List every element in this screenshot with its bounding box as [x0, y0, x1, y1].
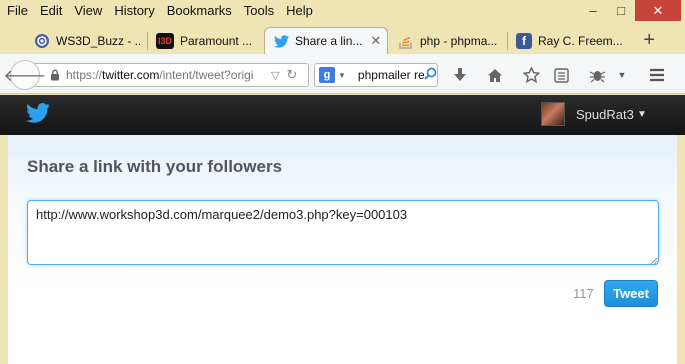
- character-count: 117: [573, 286, 594, 301]
- search-bar[interactable]: g ▼ phpmailer re: [314, 63, 438, 87]
- tab-strip: WS3D_Buzz - ... I3D Paramount ... Share …: [0, 22, 685, 54]
- tab-label: php - phpma...: [420, 33, 498, 48]
- close-window-button[interactable]: ✕: [635, 0, 681, 21]
- menu-help[interactable]: Help: [279, 0, 318, 22]
- account-username[interactable]: SpudRat3: [576, 107, 634, 122]
- resize-grip-icon[interactable]: [648, 252, 658, 265]
- maximize-button[interactable]: □: [607, 0, 635, 21]
- tab-ray-freeman[interactable]: f Ray C. Freem...: [508, 27, 626, 54]
- twitter-bird-icon: [273, 33, 289, 49]
- avatar[interactable]: [541, 102, 565, 126]
- download-icon[interactable]: [450, 65, 470, 85]
- minimize-button[interactable]: –: [579, 0, 607, 21]
- hamburger-menu-icon[interactable]: [647, 65, 667, 85]
- twitter-header: SpudRat3 ▼: [0, 95, 685, 135]
- tab-paramount[interactable]: I3D Paramount ...: [148, 27, 262, 54]
- lock-icon: [49, 69, 61, 81]
- back-button[interactable]: 🡐: [4, 60, 46, 90]
- menu-bar: File Edit View History Bookmarks Tools H…: [0, 0, 685, 22]
- google-icon[interactable]: g: [319, 67, 335, 83]
- stackoverflow-icon: [398, 33, 414, 49]
- bookmarks-menu-icon[interactable]: [551, 65, 571, 85]
- magnifier-icon[interactable]: [424, 67, 437, 83]
- bookmark-star-icon[interactable]: [521, 65, 541, 85]
- tab-php-phpmailer[interactable]: php - phpma...: [390, 27, 506, 54]
- window-controls: – □ ✕: [579, 0, 681, 21]
- twitter-logo-icon[interactable]: [26, 103, 50, 125]
- facebook-icon: f: [516, 32, 532, 49]
- menu-tools[interactable]: Tools: [237, 0, 279, 22]
- menu-bookmarks[interactable]: Bookmarks: [160, 0, 237, 22]
- menu-edit[interactable]: Edit: [33, 0, 67, 22]
- menu-file[interactable]: File: [0, 0, 33, 22]
- paramount-icon: I3D: [156, 32, 174, 49]
- tweet-button[interactable]: Tweet: [604, 280, 658, 307]
- tweet-textarea[interactable]: http://www.workshop3d.com/marquee2/demo3…: [27, 200, 659, 265]
- new-tab-button[interactable]: +: [643, 29, 655, 52]
- menu-history[interactable]: History: [107, 0, 159, 22]
- navigation-toolbar: https://twitter.com/intent/tweet?origi ▽…: [0, 54, 685, 94]
- share-panel: Share a link with your followers http://…: [0, 135, 685, 364]
- home-icon[interactable]: [485, 65, 505, 85]
- back-arrow-icon: 🡐: [3, 67, 47, 85]
- tab-share-a-link[interactable]: Share a lin... ✕: [264, 27, 388, 54]
- reload-icon[interactable]: ↻: [286, 67, 297, 83]
- tab-label: Ray C. Freem...: [538, 33, 623, 48]
- account-dropdown-icon[interactable]: ▼: [637, 109, 647, 120]
- firebug-icon[interactable]: [587, 65, 607, 85]
- tab-label: Paramount ...: [180, 33, 253, 48]
- tab-ws3d-buzz[interactable]: WS3D_Buzz - ...: [26, 27, 140, 54]
- close-tab-icon[interactable]: ✕: [370, 33, 381, 49]
- url-bar[interactable]: https://twitter.com/intent/tweet?origi ▽…: [34, 63, 309, 87]
- page-title: Share a link with your followers: [27, 157, 283, 176]
- firebug-dropdown-icon[interactable]: ▼: [612, 65, 632, 85]
- ws3d-icon: [34, 33, 50, 49]
- url-text: https://twitter.com/intent/tweet?origi: [66, 68, 254, 82]
- url-dropdown-icon[interactable]: ▽: [271, 69, 279, 82]
- search-engine-dropdown-icon[interactable]: ▼: [338, 71, 346, 80]
- tab-label: WS3D_Buzz - ...: [56, 33, 140, 48]
- menu-view[interactable]: View: [67, 0, 107, 22]
- tab-label: Share a lin...: [295, 34, 363, 48]
- search-input[interactable]: phpmailer re: [358, 68, 424, 82]
